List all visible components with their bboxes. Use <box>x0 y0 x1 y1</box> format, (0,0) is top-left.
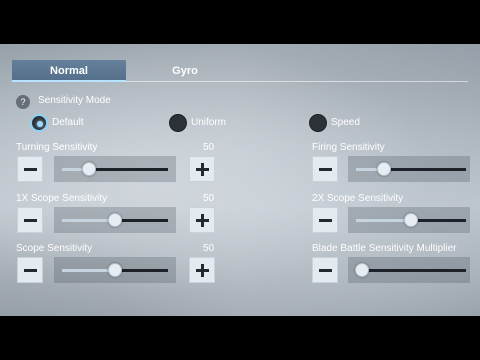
radio-dot-icon <box>309 114 327 132</box>
scope-minus-button[interactable] <box>17 257 43 283</box>
turning-slider[interactable] <box>54 156 176 182</box>
scope-2x-minus-button[interactable] <box>312 207 338 233</box>
sensitivity-mode-label: Sensitivity Mode <box>38 95 111 106</box>
blade-battle-multiplier-label: Blade Battle Sensitivity Multiplier <box>312 243 457 254</box>
turning-sensitivity-label: Turning Sensitivity <box>16 142 98 153</box>
scope-sensitivity-label: Scope Sensitivity <box>16 243 93 254</box>
scope-plus-button[interactable] <box>189 257 215 283</box>
slider-track <box>356 168 466 171</box>
slider-knob[interactable] <box>354 263 369 277</box>
turning-sensitivity-value: 50 <box>203 142 215 153</box>
tab-bar: Normal Gyro <box>12 60 468 82</box>
scope-1x-slider[interactable] <box>54 207 176 233</box>
minus-icon <box>319 219 332 222</box>
scope-1x-minus-button[interactable] <box>17 207 43 233</box>
letterbox-bottom <box>0 316 480 360</box>
tab-gyro[interactable]: Gyro <box>128 60 242 82</box>
firing-minus-button[interactable] <box>312 156 338 182</box>
slider-fill <box>356 219 411 222</box>
minus-icon <box>24 168 37 171</box>
scope-sensitivity-value: 50 <box>203 243 215 254</box>
letterbox-top <box>0 0 480 44</box>
scope-2x-sensitivity-label: 2X Scope Sensitivity <box>312 193 404 204</box>
slider-knob[interactable] <box>81 162 96 176</box>
blade-battle-slider[interactable] <box>348 257 470 283</box>
radio-uniform-label: Uniform <box>191 117 227 128</box>
minus-icon <box>24 269 37 272</box>
scope-1x-sensitivity-value: 50 <box>203 193 215 204</box>
scope-2x-slider[interactable] <box>348 207 470 233</box>
slider-track <box>62 168 168 171</box>
slider-knob[interactable] <box>108 263 122 277</box>
firing-slider[interactable] <box>348 156 470 182</box>
plus-icon-vertical <box>201 214 204 227</box>
radio-dot-icon <box>169 114 187 132</box>
minus-icon <box>24 219 37 222</box>
minus-icon <box>319 168 332 171</box>
blade-battle-minus-button[interactable] <box>312 257 338 283</box>
radio-speed-label: Speed <box>331 117 360 128</box>
turning-minus-button[interactable] <box>17 156 43 182</box>
slider-knob[interactable] <box>108 213 122 227</box>
scope-1x-sensitivity-label: 1X Scope Sensitivity <box>16 193 108 204</box>
turning-plus-button[interactable] <box>189 156 215 182</box>
scope-slider[interactable] <box>54 257 176 283</box>
plus-icon-vertical <box>201 163 204 176</box>
slider-track <box>356 269 466 272</box>
scope-1x-plus-button[interactable] <box>189 207 215 233</box>
tab-normal[interactable]: Normal <box>12 60 126 82</box>
settings-screen: Normal Gyro ? Sensitivity Mode Default U… <box>0 44 480 316</box>
plus-icon-vertical <box>201 264 204 277</box>
minus-icon <box>319 269 332 272</box>
slider-knob[interactable] <box>376 162 391 176</box>
slider-knob[interactable] <box>404 213 418 227</box>
help-icon[interactable]: ? <box>16 95 30 109</box>
radio-dot-icon <box>30 114 48 132</box>
firing-sensitivity-label: Firing Sensitivity <box>312 142 385 153</box>
radio-default-label: Default <box>52 117 84 128</box>
